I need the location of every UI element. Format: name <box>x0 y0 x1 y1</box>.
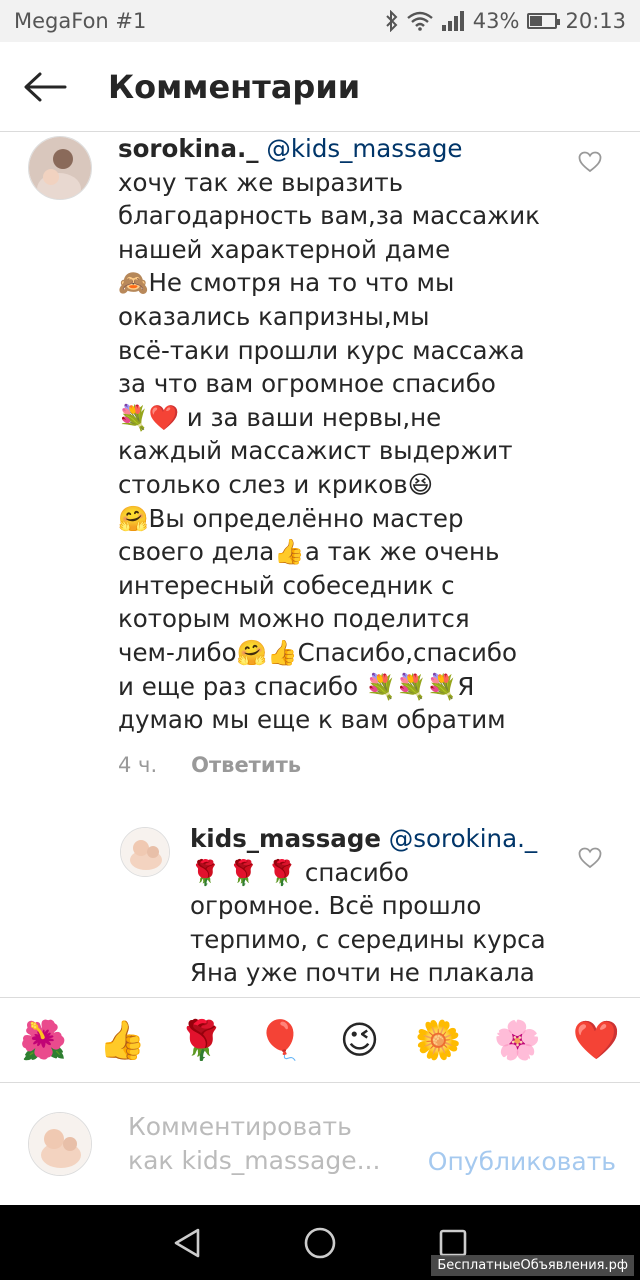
comment-text: kids_massage @sorokina._ 🌹 🌹 🌹 спасибо о… <box>190 822 570 990</box>
comment-line: своего дела👍а так же очень <box>118 537 500 567</box>
comment-line: оказались капризны,мы <box>118 301 430 331</box>
status-icons: 43% 20:13 <box>385 9 626 33</box>
comment-line: нашей характерной даме⁠ <box>118 234 451 264</box>
comment-line: за что вам огромное спасибо <box>118 369 496 399</box>
comment-line: огромное. Всё прошло <box>190 891 482 921</box>
heart-outline-icon <box>578 847 602 869</box>
arrow-left-icon <box>24 72 67 101</box>
emoji-wink-button[interactable]: 😉 <box>325 1021 395 1059</box>
comments-list[interactable]: sorokina._ @kids_massage хочу так же выр… <box>0 133 640 997</box>
comment-line: каждый массажист выдержит <box>118 436 513 466</box>
signal-icon <box>441 11 464 31</box>
reply-button[interactable]: Ответить <box>191 753 301 777</box>
circle-home-icon <box>304 1227 336 1258</box>
avatar-photo <box>121 828 169 876</box>
reply-comment-item: kids_massage @sorokina._ 🌹 🌹 🌹 спасибо о… <box>0 823 640 997</box>
status-bar: MegaFon #1 43% 20:13 <box>0 0 640 42</box>
emoji-cherry-blossom-button[interactable]: 🌸 <box>483 1021 553 1059</box>
comment-text: sorokina._ @kids_massage хочу так же выр… <box>118 133 558 737</box>
page-title: Комментарии <box>108 67 361 106</box>
comment-mention[interactable]: @sorokina._ <box>389 824 537 853</box>
comment-line: и еще раз спасибо 💐💐💐Я <box>118 671 475 701</box>
comment-line: столько слез и криков😆 <box>118 469 434 499</box>
emoji-quick-bar: 🌺 👍 🌹 🎈 😉 🌼 🌸 ❤️ <box>0 997 640 1083</box>
watermark: БесплатныеОбъявления.рф <box>431 1255 634 1276</box>
emoji-rose-button[interactable]: 🌹 <box>167 1021 237 1059</box>
battery-percent: 43% <box>472 9 520 33</box>
comment-line: интересный собеседник с <box>118 570 455 600</box>
emoji-hibiscus-button[interactable]: 🌺 <box>9 1021 79 1059</box>
comment-username[interactable]: kids_massage <box>190 824 381 853</box>
own-avatar <box>28 1112 92 1176</box>
battery-icon <box>527 13 561 29</box>
nav-home-button[interactable] <box>300 1223 340 1263</box>
comment-line: всё-таки прошли курс массажа <box>118 335 525 365</box>
comment-username[interactable]: sorokina._ <box>118 134 259 163</box>
comment-mention[interactable]: @kids_massage <box>266 134 462 163</box>
wifi-icon <box>407 11 433 31</box>
like-button[interactable] <box>578 847 602 873</box>
emoji-blossom-button[interactable]: 🌼 <box>404 1021 474 1059</box>
comment-line: терпимо, с середины курса <box>190 924 546 954</box>
emoji-balloon-button[interactable]: 🎈 <box>246 1021 316 1059</box>
carrier-name: MegaFon #1 <box>14 9 147 33</box>
comment-line: 💐❤️ и за ваши нервы,не <box>118 402 442 432</box>
comment-meta: 4 ч. Ответить <box>118 753 301 777</box>
square-recents-icon <box>440 1229 467 1256</box>
comment-item: sorokina._ @kids_massage хочу так же выр… <box>0 133 640 793</box>
comment-line: 🌹 🌹 🌹 спасибо <box>190 857 409 887</box>
comment-composer: Комментировать как kids_massage... Опубл… <box>0 1083 640 1205</box>
nav-back-button[interactable] <box>167 1223 207 1263</box>
comment-line: Яна уже почти не плакала <box>190 958 535 988</box>
comment-time: 4 ч. <box>118 753 158 777</box>
avatar-photo <box>29 137 91 199</box>
back-button[interactable] <box>0 42 90 132</box>
like-button[interactable] <box>578 151 602 177</box>
comment-line: думаю мы еще к вам обратим <box>118 705 506 735</box>
comment-line: хочу так же выразить <box>118 167 404 197</box>
clock: 20:13 <box>565 9 626 33</box>
emoji-thumbs-up-button[interactable]: 👍 <box>88 1021 158 1059</box>
comment-line: чем-либо🤗👍Спасибо,спасибо <box>118 637 517 667</box>
comment-line: благодарность вам,за массажик <box>118 201 540 231</box>
avatar-photo <box>29 1113 91 1175</box>
top-app-bar: Комментарии <box>0 42 640 132</box>
commenter-avatar[interactable] <box>28 136 92 200</box>
comment-line: которым можно поделится <box>118 604 470 634</box>
publish-button[interactable]: Опубликовать <box>428 1147 616 1176</box>
commenter-avatar[interactable] <box>120 827 170 877</box>
comment-input[interactable]: Комментировать как kids_massage... <box>128 1110 398 1178</box>
bluetooth-icon <box>386 10 398 32</box>
emoji-heart-button[interactable]: ❤️ <box>562 1021 632 1059</box>
comment-line: 🤗Вы определённо мастер <box>118 503 464 533</box>
heart-outline-icon <box>578 151 602 173</box>
triangle-back-icon <box>174 1228 199 1257</box>
comment-line: 🙈Не смотря на то что мы <box>118 268 455 298</box>
